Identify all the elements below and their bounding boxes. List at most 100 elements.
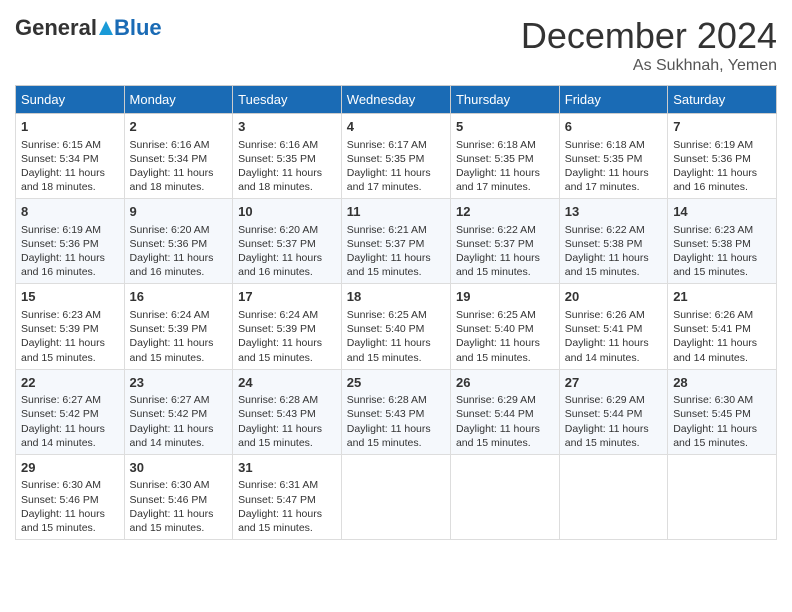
calendar-week-row: 8 Sunrise: 6:19 AM Sunset: 5:36 PM Daylight…: [16, 199, 777, 284]
sunrise-text: Sunrise: 6:16 AM: [130, 139, 210, 151]
calendar-day-cell: 2Sunrise: 6:16 AMSunset: 5:34 PMDaylight…: [124, 114, 233, 199]
daylight-text: Daylight: 11 hours and 18 minutes.: [238, 167, 322, 193]
sunrise-text: Sunrise: 6:30 AM: [673, 394, 753, 406]
calendar-day-cell: 7Sunrise: 6:19 AMSunset: 5:36 PMDaylight…: [668, 114, 777, 199]
calendar-day-cell: 28Sunrise: 6:30 AMSunset: 5:45 PMDayligh…: [668, 369, 777, 454]
sunrise-text: Sunrise: 6:20 AM: [130, 224, 210, 236]
page-header: General Blue December 2024 As Sukhnah, Y…: [15, 15, 777, 75]
location-title: As Sukhnah, Yemen: [521, 57, 777, 75]
day-number: 31: [238, 459, 336, 477]
weekday-header-cell: Wednesday: [341, 86, 450, 114]
weekday-header-row: SundayMondayTuesdayWednesdayThursdayFrid…: [16, 86, 777, 114]
daylight-text: Daylight: 11 hours and 15 minutes.: [130, 337, 214, 363]
day-number: 10: [238, 203, 336, 221]
day-number: 3: [238, 118, 336, 136]
sunset-text: Sunset: 5:34 PM: [21, 153, 99, 165]
sunrise-text: Sunrise: 6:26 AM: [673, 309, 753, 321]
day-number: 26: [456, 374, 554, 392]
sunrise-text: Sunrise: 6:25 AM: [347, 309, 427, 321]
calendar-day-cell: 18Sunrise: 6:25 AMSunset: 5:40 PMDayligh…: [341, 284, 450, 369]
title-block: December 2024 As Sukhnah, Yemen: [521, 15, 777, 75]
calendar-day-cell: 4Sunrise: 6:17 AMSunset: 5:35 PMDaylight…: [341, 114, 450, 199]
sunrise-text: Sunrise: 6:27 AM: [21, 394, 101, 406]
sunset-text: Sunset: 5:36 PM: [673, 153, 751, 165]
sunrise-text: Sunrise: 6:18 AM: [456, 139, 536, 151]
day-number: 14: [673, 203, 771, 221]
sunset-text: Sunset: 5:35 PM: [238, 153, 316, 165]
sunrise-text: Sunrise: 6:24 AM: [238, 309, 318, 321]
day-number: 8: [21, 203, 119, 221]
sunset-text: Sunset: 5:36 PM: [130, 238, 208, 250]
calendar-table: SundayMondayTuesdayWednesdayThursdayFrid…: [15, 85, 777, 540]
day-number: 12: [456, 203, 554, 221]
calendar-day-cell: [450, 454, 559, 539]
sunset-text: Sunset: 5:39 PM: [238, 323, 316, 335]
sunrise-text: Sunrise: 6:31 AM: [238, 479, 318, 491]
calendar-day-cell: 12 Sunrise: 6:22 AM Sunset: 5:37 PM Dayligh…: [450, 199, 559, 284]
day-number: 22: [21, 374, 119, 392]
sunrise-text: Sunrise: 6:19 AM: [21, 224, 101, 236]
daylight-text: Daylight: 11 hours and 15 minutes.: [21, 508, 105, 534]
weekday-header-cell: Sunday: [16, 86, 125, 114]
calendar-day-cell: 6Sunrise: 6:18 AMSunset: 5:35 PMDaylight…: [559, 114, 667, 199]
sunset-text: Sunset: 5:34 PM: [130, 153, 208, 165]
daylight-text: Daylight: 11 hours and 15 minutes.: [456, 252, 540, 278]
sunrise-text: Sunrise: 6:18 AM: [565, 139, 645, 151]
calendar-day-cell: 14Sunrise: 6:23 AMSunset: 5:38 PMDayligh…: [668, 199, 777, 284]
calendar-day-cell: 30Sunrise: 6:30 AMSunset: 5:46 PMDayligh…: [124, 454, 233, 539]
daylight-text: Daylight: 11 hours and 16 minutes.: [673, 167, 757, 193]
weekday-header-cell: Thursday: [450, 86, 559, 114]
sunset-text: Sunset: 5:37 PM: [456, 238, 534, 250]
daylight-text: Daylight: 11 hours and 14 minutes.: [673, 337, 757, 363]
calendar-day-cell: 3Sunrise: 6:16 AMSunset: 5:35 PMDaylight…: [233, 114, 342, 199]
day-number: 24: [238, 374, 336, 392]
calendar-day-cell: 27Sunrise: 6:29 AMSunset: 5:44 PMDayligh…: [559, 369, 667, 454]
sunset-text: Sunset: 5:43 PM: [347, 408, 425, 420]
sunrise-text: Sunrise: 6:22 AM: [456, 224, 536, 236]
sunrise-text: Sunrise: 6:23 AM: [21, 309, 101, 321]
weekday-header-cell: Monday: [124, 86, 233, 114]
sunrise-text: Sunrise: 6:29 AM: [456, 394, 536, 406]
sunset-text: Sunset: 5:42 PM: [130, 408, 208, 420]
sunset-text: Sunset: 5:40 PM: [456, 323, 534, 335]
sunset-text: Sunset: 5:41 PM: [565, 323, 643, 335]
sunset-text: Sunset: 5:47 PM: [238, 494, 316, 506]
sunrise-text: Sunrise: 6:17 AM: [347, 139, 427, 151]
day-number: 11: [347, 203, 445, 221]
sunset-text: Sunset: 5:38 PM: [565, 238, 643, 250]
daylight-text: Daylight: 11 hours and 17 minutes.: [347, 167, 431, 193]
calendar-day-cell: 17Sunrise: 6:24 AMSunset: 5:39 PMDayligh…: [233, 284, 342, 369]
calendar-day-cell: 9Sunrise: 6:20 AMSunset: 5:36 PMDaylight…: [124, 199, 233, 284]
calendar-day-cell: 31Sunrise: 6:31 AMSunset: 5:47 PMDayligh…: [233, 454, 342, 539]
daylight-text: Daylight: 11 hours and 15 minutes.: [673, 252, 757, 278]
sunrise-text: Sunrise: 6:29 AM: [565, 394, 645, 406]
daylight-text: Daylight: 11 hours and 15 minutes.: [456, 337, 540, 363]
calendar-day-cell: 5Sunrise: 6:18 AMSunset: 5:35 PMDaylight…: [450, 114, 559, 199]
day-number: 1: [21, 118, 119, 136]
sunset-text: Sunset: 5:37 PM: [347, 238, 425, 250]
calendar-day-cell: 19Sunrise: 6:25 AMSunset: 5:40 PMDayligh…: [450, 284, 559, 369]
calendar-day-cell: 21Sunrise: 6:26 AMSunset: 5:41 PMDayligh…: [668, 284, 777, 369]
sunrise-text: Sunrise: 6:27 AM: [130, 394, 210, 406]
day-number: 19: [456, 288, 554, 306]
calendar-day-cell: 13Sunrise: 6:22 AMSunset: 5:38 PMDayligh…: [559, 199, 667, 284]
day-number: 20: [565, 288, 662, 306]
calendar-day-cell: 23 Sunrise: 6:27 AM Sunset: 5:42 PM Dayligh…: [124, 369, 233, 454]
day-number: 23: [130, 374, 228, 392]
sunset-text: Sunset: 5:37 PM: [238, 238, 316, 250]
daylight-text: Daylight: 11 hours and 14 minutes.: [130, 423, 214, 449]
sunrise-text: Sunrise: 6:19 AM: [673, 139, 753, 151]
calendar-day-cell: 26Sunrise: 6:29 AMSunset: 5:44 PMDayligh…: [450, 369, 559, 454]
calendar-week-row: 1Sunrise: 6:15 AMSunset: 5:34 PMDaylight…: [16, 114, 777, 199]
sunrise-text: Sunrise: 6:28 AM: [347, 394, 427, 406]
calendar-day-cell: [341, 454, 450, 539]
sunset-text: Sunset: 5:43 PM: [238, 408, 316, 420]
calendar-day-cell: 10Sunrise: 6:20 AMSunset: 5:37 PMDayligh…: [233, 199, 342, 284]
day-number: 16: [130, 288, 228, 306]
sunset-text: Sunset: 5:36 PM: [21, 238, 99, 250]
calendar-body: 1Sunrise: 6:15 AMSunset: 5:34 PMDaylight…: [16, 114, 777, 540]
sunrise-text: Sunrise: 6:20 AM: [238, 224, 318, 236]
sunrise-text: Sunrise: 6:28 AM: [238, 394, 318, 406]
day-number: 28: [673, 374, 771, 392]
daylight-text: Daylight: 11 hours and 15 minutes.: [130, 508, 214, 534]
